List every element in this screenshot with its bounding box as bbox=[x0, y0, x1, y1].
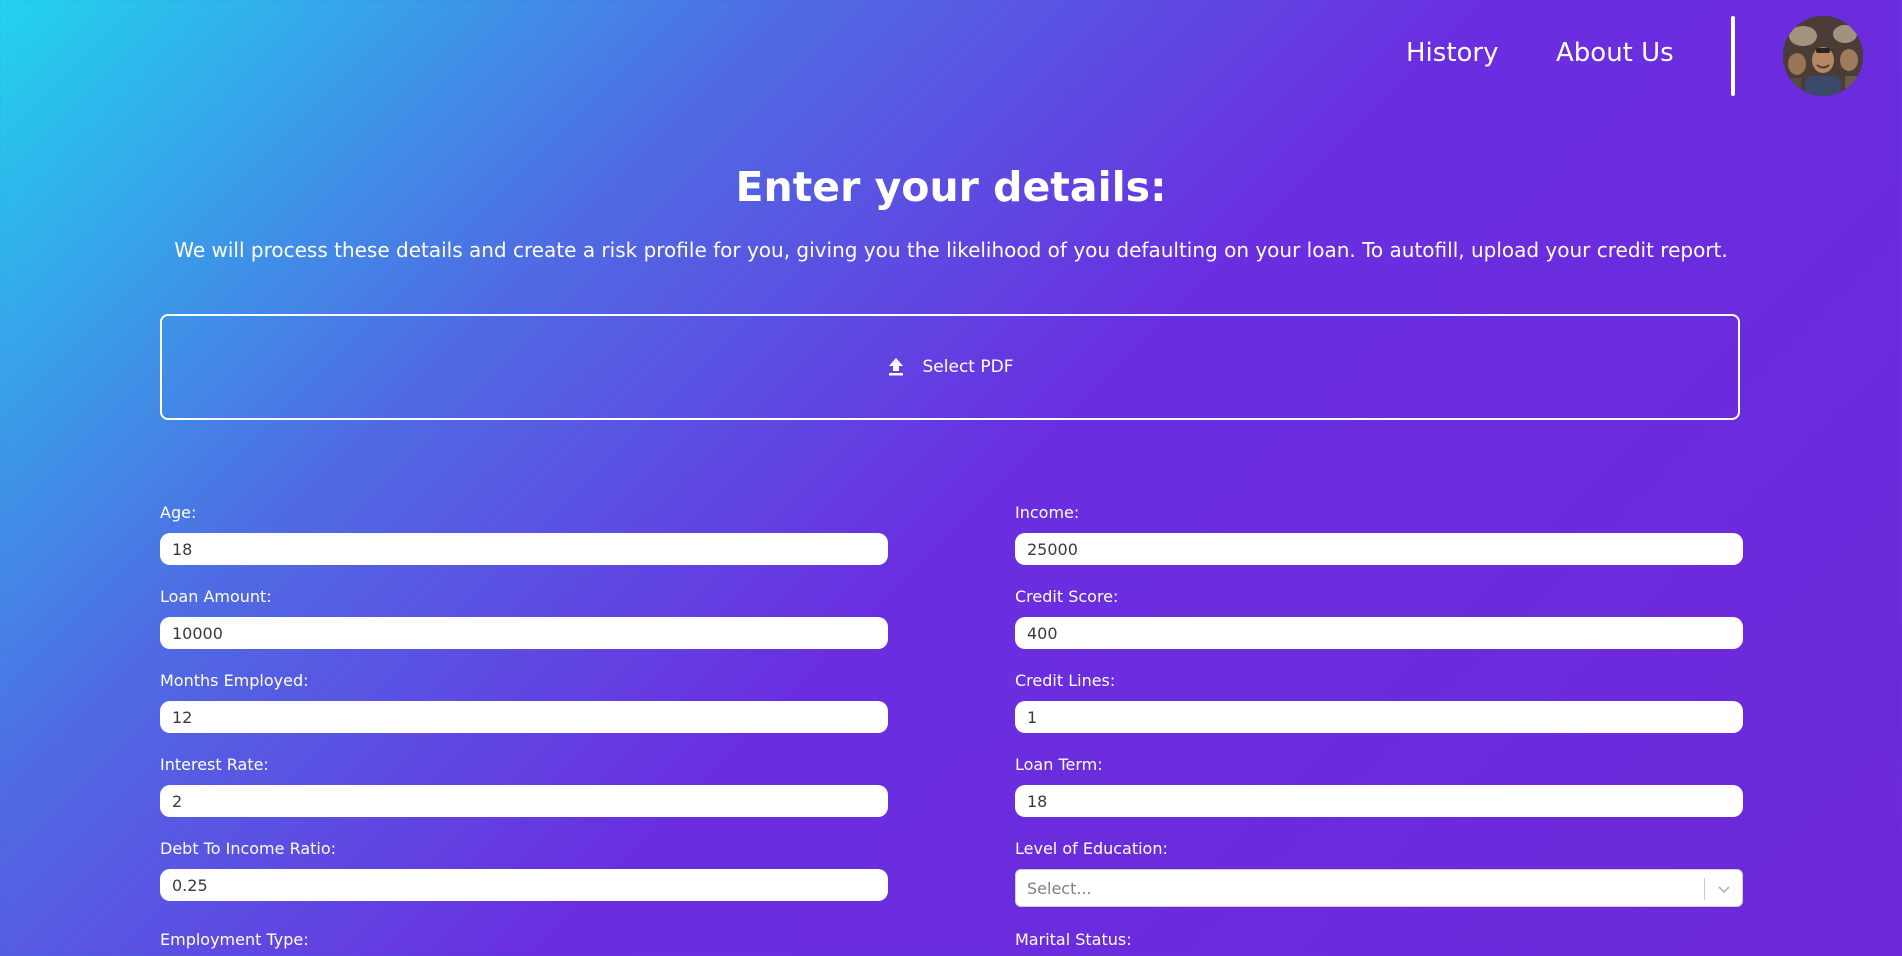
income-field-group: Income: bbox=[1015, 502, 1743, 565]
loan-amount-label: Loan Amount: bbox=[160, 587, 272, 606]
avatar-photo-icon bbox=[1783, 16, 1863, 96]
months-employed-field-group: Months Employed: bbox=[160, 670, 888, 733]
age-label: Age: bbox=[160, 503, 197, 522]
dti-label: Debt To Income Ratio: bbox=[160, 839, 337, 858]
chevron-down-icon bbox=[1716, 881, 1732, 897]
top-nav: History About Us bbox=[0, 0, 1902, 110]
loan-term-label: Loan Term: bbox=[1015, 755, 1103, 774]
nav-divider bbox=[1731, 16, 1735, 96]
credit-score-field-group: Credit Score: bbox=[1015, 586, 1743, 649]
employment-type-label: Employment Type: bbox=[160, 930, 309, 949]
credit-score-label: Credit Score: bbox=[1015, 587, 1119, 606]
loan-term-field-group: Loan Term: bbox=[1015, 754, 1743, 817]
income-input[interactable] bbox=[1015, 533, 1743, 565]
marital-status-field-group: Marital Status: bbox=[1015, 929, 1743, 956]
interest-rate-label: Interest Rate: bbox=[160, 755, 269, 774]
loan-amount-input[interactable] bbox=[160, 617, 888, 649]
select-separator bbox=[1704, 878, 1705, 900]
months-employed-input[interactable] bbox=[160, 701, 888, 733]
page-subtitle: We will process these details and create… bbox=[174, 238, 1728, 262]
interest-rate-input[interactable] bbox=[160, 785, 888, 817]
income-label: Income: bbox=[1015, 503, 1080, 522]
credit-lines-field-group: Credit Lines: bbox=[1015, 670, 1743, 733]
age-field-group: Age: bbox=[160, 502, 888, 565]
credit-lines-input[interactable] bbox=[1015, 701, 1743, 733]
education-select[interactable]: Select... bbox=[1015, 869, 1743, 907]
education-label: Level of Education: bbox=[1015, 839, 1168, 858]
employment-type-field-group: Employment Type: bbox=[160, 929, 888, 956]
age-input[interactable] bbox=[160, 533, 888, 565]
education-select-placeholder: Select... bbox=[1027, 879, 1092, 898]
credit-score-input[interactable] bbox=[1015, 617, 1743, 649]
user-avatar[interactable] bbox=[1783, 16, 1863, 96]
loan-term-input[interactable] bbox=[1015, 785, 1743, 817]
interest-rate-field-group: Interest Rate: bbox=[160, 754, 888, 817]
select-pdf-label: Select PDF bbox=[922, 357, 1014, 377]
loan-amount-field-group: Loan Amount: bbox=[160, 586, 888, 649]
dti-field-group: Debt To Income Ratio: bbox=[160, 838, 888, 901]
upload-icon bbox=[887, 357, 905, 377]
months-employed-label: Months Employed: bbox=[160, 671, 309, 690]
credit-lines-label: Credit Lines: bbox=[1015, 671, 1116, 690]
education-field-group: Level of Education: Select... bbox=[1015, 838, 1743, 907]
select-pdf-button[interactable]: Select PDF bbox=[160, 314, 1740, 420]
marital-status-label: Marital Status: bbox=[1015, 930, 1132, 949]
nav-about-link[interactable]: About Us bbox=[1556, 38, 1674, 68]
dti-input[interactable] bbox=[160, 869, 888, 901]
page-title: Enter your details: bbox=[735, 163, 1167, 211]
nav-history-link[interactable]: History bbox=[1406, 38, 1499, 68]
